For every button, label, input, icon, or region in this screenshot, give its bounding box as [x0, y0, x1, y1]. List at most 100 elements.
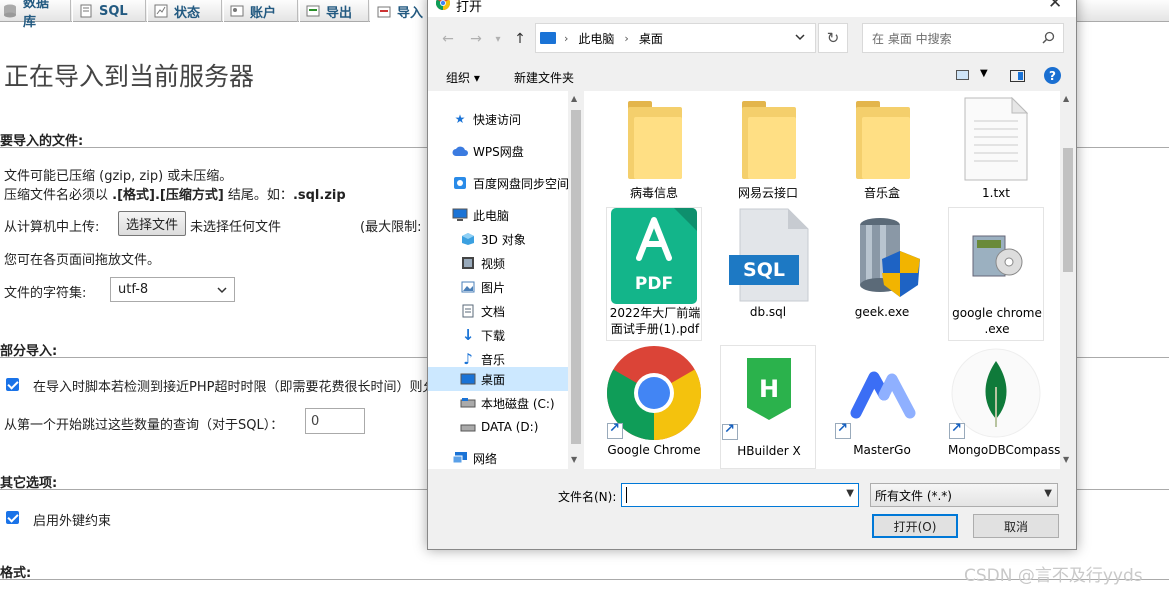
filename-input[interactable]: ▼: [621, 483, 859, 507]
tab-export[interactable]: 导出: [299, 0, 369, 22]
view-mode-icon[interactable]: [956, 70, 969, 80]
file-item[interactable]: Google Chrome: [606, 345, 702, 469]
tree-item-3d-objects[interactable]: 3D 对象: [428, 228, 568, 250]
forward-icon[interactable]: →: [464, 23, 488, 55]
file-item[interactable]: SQL db.sql: [720, 207, 816, 341]
tree-item-this-pc[interactable]: 此电脑: [428, 204, 568, 226]
file-item[interactable]: PDF 2022年大厂前端面试手册(1).pdf: [606, 207, 702, 341]
shortcut-arrow-icon: [607, 421, 623, 439]
file-item[interactable]: google chrome .exe: [948, 207, 1044, 341]
foreign-key-checkbox[interactable]: [6, 511, 19, 524]
shortcut-arrow-icon: [835, 421, 851, 439]
max-limit-text: (最大限制:: [360, 220, 422, 235]
tree-item-desktop[interactable]: 桌面: [428, 367, 568, 391]
back-icon[interactable]: ←: [436, 23, 460, 55]
file-item[interactable]: 1.txt: [948, 96, 1044, 205]
breadcrumb-desktop[interactable]: 桌面: [639, 30, 663, 47]
charset-select[interactable]: utf-8: [110, 277, 235, 302]
scroll-up-icon[interactable]: ▲: [1063, 94, 1069, 103]
open-button[interactable]: 打开(O): [872, 514, 958, 538]
music-icon: ♪: [463, 350, 473, 368]
watermark: CSDN @言不及行yyds: [964, 566, 1143, 586]
organize-button[interactable]: 组织 ▾: [446, 69, 480, 86]
chevron-right-icon: ›: [624, 31, 629, 45]
scroll-down-icon[interactable]: ▼: [1063, 455, 1069, 464]
tab-database[interactable]: 数据库: [0, 0, 71, 30]
tree-item-label: 下载: [481, 328, 506, 343]
up-icon[interactable]: ↑: [508, 23, 532, 55]
tree-item-drive-d[interactable]: DATA (D:): [428, 416, 568, 438]
file-label: Google Chrome: [607, 443, 701, 457]
new-folder-button[interactable]: 新建文件夹: [514, 69, 574, 86]
tree-item-label: DATA (D:): [481, 420, 539, 434]
file-item[interactable]: MasterGo: [834, 345, 930, 469]
close-icon[interactable]: ✕: [1048, 0, 1062, 13]
help-icon[interactable]: ?: [1044, 67, 1061, 84]
search-placeholder: 在 桌面 中搜索: [872, 31, 952, 46]
tree-item-label: 音乐: [481, 352, 506, 367]
geek-app-icon: [852, 215, 922, 304]
network-icon: [452, 451, 468, 465]
tab-label: 状态: [174, 5, 201, 21]
computer-icon: [452, 208, 468, 222]
file-item[interactable]: H HBuilder X: [720, 345, 816, 469]
tab-status[interactable]: 状态: [147, 0, 222, 22]
file-item[interactable]: 病毒信息: [606, 97, 702, 205]
partial-import-checkbox[interactable]: [6, 378, 19, 391]
file-item[interactable]: MongoDBCompassBeta: [948, 345, 1060, 469]
star-icon: ★: [454, 112, 466, 126]
tab-sql[interactable]: SQL: [72, 0, 146, 22]
choose-file-button[interactable]: 选择文件: [118, 211, 186, 236]
tree-scrollbar[interactable]: ▲ ▼: [568, 91, 584, 469]
file-type-value: 所有文件 (*.*): [875, 488, 952, 503]
cancel-button[interactable]: 取消: [973, 514, 1059, 538]
tree-item-label: 快速访问: [473, 112, 522, 127]
chevron-down-icon[interactable]: ▼: [980, 68, 988, 79]
tree-item-network[interactable]: 网络: [428, 447, 568, 469]
chevron-down-icon[interactable]: [795, 31, 805, 45]
tree-item-label: 百度网盘同步空间: [473, 176, 568, 191]
file-grid-scrollbar[interactable]: ▲ ▼: [1060, 91, 1076, 469]
tree-item-pictures[interactable]: 图片: [428, 276, 568, 298]
tree-item-drive-c[interactable]: 本地磁盘 (C:): [428, 392, 568, 414]
recent-dropdown-icon[interactable]: ▾: [490, 23, 506, 55]
hbuilder-icon: H: [747, 358, 791, 420]
file-note-2: 压缩文件名必须以 .[格式].[压缩方式] 结尾。如：.sql.zip: [4, 184, 346, 203]
file-item[interactable]: 网易云接口: [720, 97, 816, 205]
file-label: 病毒信息: [629, 186, 678, 200]
preview-pane-icon[interactable]: [1010, 70, 1025, 82]
address-bar[interactable]: › 此电脑 › 桌面: [535, 23, 816, 53]
tree-item-wps[interactable]: WPS网盘: [428, 140, 568, 162]
chrome-icon: [435, 0, 451, 11]
mastergo-icon: [844, 355, 920, 434]
tree-item-label: 文档: [481, 304, 506, 319]
scrollbar-thumb[interactable]: [1063, 148, 1073, 272]
file-item[interactable]: geek.exe: [834, 207, 930, 341]
tree-item-label: 3D 对象: [481, 232, 526, 247]
tree-item-documents[interactable]: 文档: [428, 300, 568, 322]
file-note-2-mid: 结尾。如：: [223, 188, 293, 203]
chevron-down-icon[interactable]: ▼: [846, 488, 854, 499]
breadcrumb-this-pc[interactable]: 此电脑: [578, 30, 614, 47]
database-icon: [3, 4, 17, 18]
tab-accounts[interactable]: 账户: [223, 0, 298, 22]
scroll-down-icon[interactable]: ▼: [571, 455, 577, 464]
scroll-up-icon[interactable]: ▲: [571, 94, 577, 103]
tree-item-downloads[interactable]: ↓ 下载: [428, 324, 568, 346]
accounts-icon: [230, 4, 244, 18]
file-item[interactable]: 音乐盒: [834, 97, 930, 205]
tree-item-baidu[interactable]: 百度网盘同步空间: [428, 172, 568, 194]
tree-item-label: 此电脑: [473, 208, 510, 223]
tree-item-videos[interactable]: 视频: [428, 252, 568, 274]
skip-queries-input[interactable]: 0: [305, 408, 365, 434]
refresh-icon[interactable]: ↻: [818, 23, 848, 53]
navigation-tree: ★ 快速访问 WPS网盘 百度网盘同步空间 此电脑 3D 对象 视频 图片 文档…: [428, 91, 584, 469]
document-icon: [460, 304, 476, 318]
search-input[interactable]: 在 桌面 中搜索: [862, 23, 1064, 53]
file-type-select[interactable]: 所有文件 (*.*) ▼: [870, 483, 1058, 507]
shortcut-arrow-icon: [722, 422, 738, 440]
file-label: google chrome .exe: [952, 306, 1042, 336]
scrollbar-thumb[interactable]: [571, 110, 581, 444]
tab-label: 导出: [326, 5, 353, 21]
tree-item-quick-access[interactable]: ★ 快速访问: [428, 108, 568, 130]
